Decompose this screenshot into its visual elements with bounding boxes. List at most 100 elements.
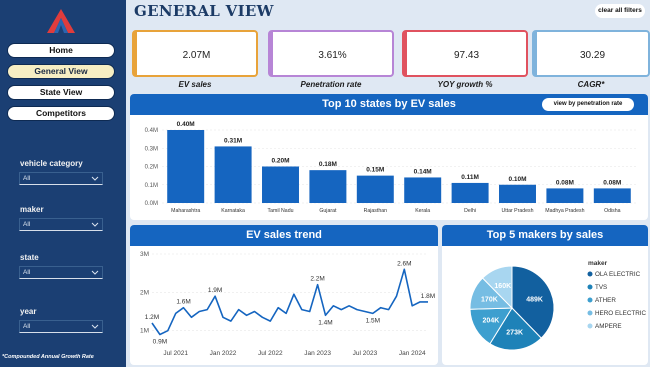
clear-filters-button[interactable]: clear all filters (595, 4, 645, 18)
x-tick-label: Delhi (464, 208, 476, 214)
kpi-label-ev-sales: EV sales (178, 80, 212, 89)
view-by-penetration-rate-button[interactable]: view by penetration rate (542, 98, 634, 111)
maker-dropdown[interactable]: All (19, 218, 103, 231)
x-tick-label: Kerala (415, 208, 430, 214)
dropdown-value: All (23, 221, 31, 228)
filter-label-year: year (20, 307, 37, 316)
vehicle-category-dropdown[interactable]: All (19, 172, 103, 185)
legend-label: HERO ELECTRIC (595, 310, 647, 317)
filter-label-vehicle-category: vehicle category (20, 159, 83, 168)
dropdown-value: All (23, 175, 31, 182)
x-tick-label: Jul 2023 (353, 350, 378, 357)
bar (404, 177, 442, 203)
kpi-card-cagr: 30.29 (532, 30, 650, 77)
point-data-label: 1.8M (421, 293, 435, 300)
bar-data-label: 0.20M (271, 158, 289, 165)
bar (167, 130, 205, 203)
x-tick-label: Tamil Nadu (268, 208, 294, 214)
point-data-label: 1.9M (208, 287, 222, 294)
bar (546, 188, 584, 203)
nav-home-button[interactable]: Home (7, 43, 115, 58)
y-tick-label: 3M (140, 251, 149, 258)
bar-data-label: 0.31M (224, 137, 242, 144)
x-tick-label: Jul 2021 (163, 350, 188, 357)
header: GENERAL VIEW clear all filters (126, 0, 650, 24)
legend-marker (587, 323, 593, 329)
nav-general-view-button[interactable]: General View (7, 64, 115, 79)
legend-marker (587, 271, 593, 277)
point-data-label: 1.6M (176, 299, 190, 306)
legend-marker (587, 297, 593, 303)
legend-label: OLA ELECTRIC (595, 271, 641, 278)
app-logo (47, 9, 75, 33)
x-tick-label: Odisha (604, 208, 621, 214)
chevron-down-icon (91, 222, 99, 227)
x-tick-label: Karnataka (221, 208, 245, 214)
state-dropdown[interactable]: All (19, 266, 103, 279)
chevron-down-icon (91, 270, 99, 275)
bar (356, 175, 394, 203)
top-states-panel: Top 10 states by EV sales view by penetr… (130, 94, 648, 220)
kpi-value: 30.29 (579, 50, 606, 61)
x-tick-label: Rajasthan (364, 208, 387, 214)
slice-data-label: 170K (481, 296, 498, 303)
slice-data-label: 204K (483, 318, 500, 325)
kpi-value: 2.07M (182, 50, 211, 61)
chevron-down-icon (91, 324, 99, 329)
sales-trend-panel: EV sales trend 1M 2M 3M 1.2M 0.9M 1.6M 1.9M 2.2… (130, 225, 438, 365)
sidebar: Home General View State View Competitors… (0, 0, 126, 367)
legend-label: TVS (595, 284, 607, 291)
kpi-card-yoy-growth: 97.43 (402, 30, 528, 77)
y-tick-label: 2M (140, 289, 149, 296)
legend-label: ATHER (595, 297, 616, 304)
top-states-bar-chart: 0.0M 0.1M 0.2M 0.3M 0.4M 0.40M Maharashtra 0.31… (145, 121, 636, 214)
sales-trend-line (151, 268, 428, 336)
top-makers-title: Top 5 makers by sales (442, 225, 648, 246)
x-tick-label: Uttar Pradesh (501, 208, 533, 214)
slice-data-label: 160K (494, 283, 511, 290)
point-data-label: 1.2M (145, 314, 159, 321)
page-title: GENERAL VIEW (134, 2, 274, 20)
bar (593, 188, 631, 203)
kpi-value: 97.43 (453, 50, 480, 61)
nav-state-view-button[interactable]: State View (7, 85, 115, 100)
legend-title: maker (588, 260, 608, 267)
cagr-footnote: *Compounded Annual Growth Rate (2, 354, 94, 360)
legend-marker (587, 310, 593, 316)
bar-data-label: 0.11M (461, 174, 479, 181)
bar-data-label: 0.40M (177, 121, 195, 128)
kpi-value: 3.61% (318, 50, 347, 61)
x-tick-label: Jul 2022 (258, 350, 283, 357)
point-data-label: 2.2M (310, 276, 324, 283)
x-tick-label: Jan 2022 (210, 350, 237, 357)
x-tick-label: Gujarat (319, 208, 337, 214)
year-dropdown[interactable]: All (19, 320, 103, 333)
sales-trend-title: EV sales trend (130, 225, 438, 246)
point-data-label: 0.9M (153, 339, 167, 346)
bar (262, 166, 299, 203)
bar-data-label: 0.15M (366, 167, 384, 174)
bar-data-label: 0.10M (508, 176, 526, 183)
bar-data-label: 0.14M (414, 168, 432, 175)
y-tick-label: 0.2M (145, 165, 158, 171)
y-tick-label: 1M (140, 328, 149, 335)
dropdown-value: All (23, 269, 31, 276)
x-tick-label: Madhya Pradesh (545, 208, 584, 214)
legend-marker (587, 284, 593, 290)
slice-data-label: 489K (526, 296, 543, 303)
y-tick-label: 0.1M (145, 183, 158, 189)
nav-competitors-button[interactable]: Competitors (7, 106, 115, 121)
slice-data-label: 273K (506, 330, 523, 337)
y-tick-label: 0.4M (145, 128, 158, 134)
x-tick-label: Jan 2023 (304, 350, 331, 357)
bar (214, 146, 252, 203)
bar (309, 170, 347, 203)
top-makers-panel: Top 5 makers by sales 489K 273K 204K 170K 16… (442, 225, 648, 365)
legend-label: AMPERE (595, 323, 622, 330)
kpi-card-ev-sales: 2.07M (132, 30, 258, 77)
filter-label-maker: maker (20, 205, 44, 214)
bar (451, 182, 489, 203)
x-tick-label: Maharashtra (171, 208, 200, 214)
sales-trend-line-chart: 1M 2M 3M 1.2M 0.9M 1.6M 1.9M 2.2M 1.4M 1.5M 2.6M 1.… (140, 251, 435, 357)
bar-data-label: 0.08M (603, 179, 621, 186)
